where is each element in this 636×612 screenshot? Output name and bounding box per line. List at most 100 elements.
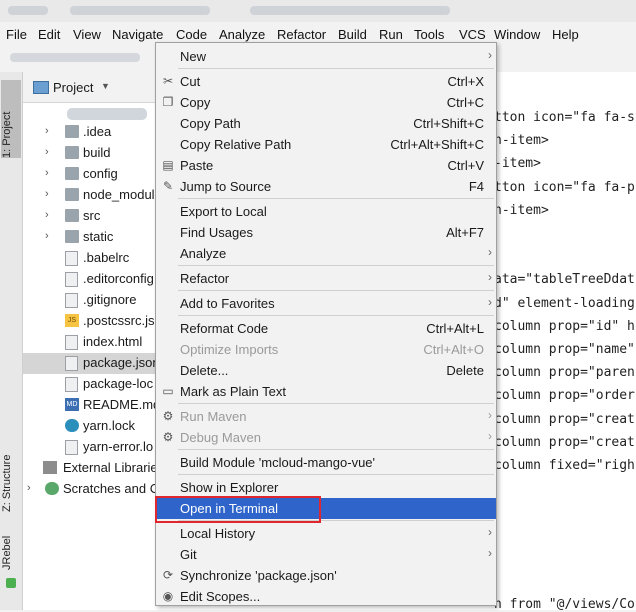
tree-item-label: .gitignore [83,292,137,307]
menu-file[interactable]: File [6,27,27,42]
menu-item-label: Build Module 'mcloud-mango-vue' [180,455,376,470]
tab-project[interactable]: 1: Project [1,80,21,158]
menu-item-refactor[interactable]: Refactor › [156,268,496,289]
tree-item[interactable]: package.json [23,353,160,374]
menu-view[interactable]: View [73,27,101,42]
menu-item-show-in-explorer[interactable]: Show in Explorer [156,477,496,498]
tree-item-label: README.md [83,397,161,412]
menu-vcs[interactable]: VCS [459,27,486,42]
file-icon [65,377,78,392]
tree-item[interactable]: External Librarie [23,458,158,479]
tree-item[interactable]: .gitignore [23,290,158,311]
project-panel-title[interactable]: Project [53,80,93,95]
menu-item-reformat-code[interactable]: Reformat Code Ctrl+Alt+L [156,318,496,339]
chevron-right-icon[interactable]: › [45,209,49,221]
jrebel-icon[interactable] [6,578,16,588]
menu-item-mark-as-plain-text[interactable]: ▭ Mark as Plain Text [156,381,496,402]
tree-item[interactable]: › config [23,164,158,185]
menu-item-label: Refactor [180,271,230,286]
menu-run[interactable]: Run [379,27,403,42]
menu-help[interactable]: Help [552,27,579,42]
menu-item-label: Git [180,547,197,562]
tree-item[interactable]: › src [23,206,158,227]
tab-jrebel[interactable]: JRebel [1,522,21,570]
tree-item[interactable]: .editorconfig [23,269,158,290]
tree-item[interactable]: JS .postcssrc.js [23,311,158,332]
menu-item-new[interactable]: New › [156,46,496,67]
blurred-title [70,6,210,15]
menu-item-label: Copy [180,95,211,110]
tree-item[interactable]: › Scratches and C [23,479,159,500]
tree-item[interactable]: › node_modul [23,185,158,206]
chevron-right-icon: › [488,245,492,259]
menu-item-git[interactable]: Git › [156,544,496,565]
file-icon [65,356,78,371]
tree-item[interactable]: package-loc [23,374,158,395]
menu-item-build-module-mcloud-mango-vue[interactable]: Build Module 'mcloud-mango-vue' [156,452,496,473]
menu-item-copy-path[interactable]: Copy Path Ctrl+Shift+C [156,113,496,134]
menu-item-find-usages[interactable]: Find Usages Alt+F7 [156,222,496,243]
menu-item-label: Analyze [180,246,227,261]
tree-item[interactable]: yarn-error.lo [23,437,158,458]
menu-item-local-history[interactable]: Local History › [156,523,496,544]
tree-item-label: build [83,145,111,160]
menu-window[interactable]: Window [494,27,540,42]
chevron-right-icon[interactable]: › [45,188,49,200]
chevron-right-icon[interactable]: › [45,125,49,137]
tab-structure[interactable]: Z: Structure [1,422,21,512]
menu-item-jump-to-source[interactable]: ✎ Jump to Source F4 [156,176,496,197]
menu-separator [178,474,494,475]
menu-tools[interactable]: Tools [414,27,444,42]
menu-item-label: Delete... [180,363,229,378]
code-line: tton icon="fa fa-s [494,110,635,125]
menu-build[interactable]: Build [338,27,367,42]
chevron-right-icon: › [488,429,492,443]
tree-item[interactable]: yarn.lock [23,416,158,437]
menu-refactor[interactable]: Refactor [277,27,326,42]
folder-icon [65,230,79,243]
tree-item[interactable]: › static [23,227,158,248]
menu-item-edit-scopes[interactable]: ◉ Edit Scopes... [156,586,496,607]
menu-item-run-maven: ⚙ Run Maven › [156,406,496,427]
menu-item-export-to-local[interactable]: Export to Local [156,201,496,222]
menu-separator [178,290,494,291]
menu-item-cut[interactable]: ✂ Cut Ctrl+X [156,71,496,92]
blurred-project-root [67,108,147,120]
menu-analyze[interactable]: Analyze [219,27,265,42]
plain-text-icon: ▭ [162,384,174,398]
tree-item[interactable]: › build [23,143,158,164]
menu-item-analyze[interactable]: Analyze › [156,243,496,264]
menu-item-synchronize-package-json[interactable]: ⟳ Synchronize 'package.json' [156,565,496,586]
blurred-breadcrumb [10,53,140,62]
tree-item-label: .idea [83,124,112,139]
tree-item[interactable]: .babelrc [23,248,158,269]
menu-separator [178,403,494,404]
tree-item-label: .editorconfig [83,271,154,286]
chevron-down-icon[interactable]: ▼ [101,81,110,91]
menu-item-delete[interactable]: Delete... Delete [156,360,496,381]
chevron-right-icon[interactable]: › [45,230,49,242]
yarn-icon [65,419,79,432]
menu-edit[interactable]: Edit [38,27,60,42]
scissors-icon: ✂ [162,74,174,88]
menu-item-add-to-favorites[interactable]: Add to Favorites › [156,293,496,314]
code-line: column prop="creat [494,434,635,450]
tree-item[interactable]: › .idea [23,122,158,143]
chevron-right-icon[interactable]: › [45,146,49,158]
menu-item-copy[interactable]: ❐ Copy Ctrl+C [156,92,496,113]
menu-navigate[interactable]: Navigate [112,27,163,42]
chevron-right-icon[interactable]: › [27,482,31,494]
scope-icon: ◉ [162,589,174,603]
menu-code[interactable]: Code [176,27,207,42]
tree-item[interactable]: MD README.md [23,395,161,416]
js-file-icon: JS [65,314,79,327]
menu-item-shortcut: Alt+F7 [446,225,484,240]
tree-item-label: .babelrc [83,250,130,265]
menu-item-paste[interactable]: ▤ Paste Ctrl+V [156,155,496,176]
menu-item-label: Optimize Imports [180,342,279,357]
menu-item-copy-relative-path[interactable]: Copy Relative Path Ctrl+Alt+Shift+C [156,134,496,155]
chevron-right-icon[interactable]: › [45,167,49,179]
left-tool-window-bar: 1: Project Z: Structure JRebel [0,72,23,610]
code-line: column fixed="righ [494,458,635,473]
tree-item[interactable]: index.html [23,332,158,353]
